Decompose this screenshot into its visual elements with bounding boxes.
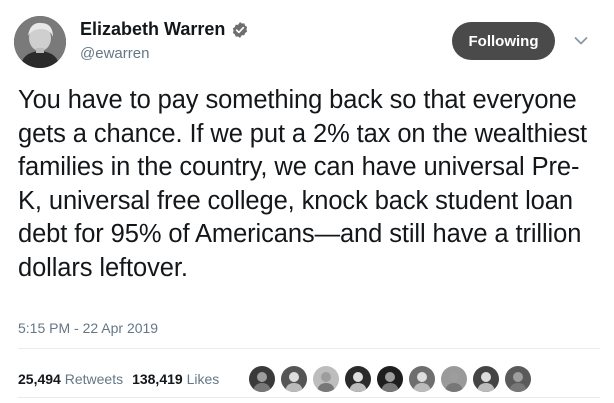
liker-avatar[interactable] [504,365,532,393]
avatar-photo-icon [409,366,435,392]
likes-count: 138,419 [132,371,183,387]
liker-avatar[interactable] [376,365,404,393]
divider [18,348,600,349]
profile-photo-icon [14,16,66,68]
tweet-card: Elizabeth Warren @ewarren Following You … [0,0,614,403]
liker-avatar[interactable] [440,365,468,393]
avatar[interactable] [14,16,66,68]
liker-avatars [248,364,536,394]
likes-stat[interactable]: 138,419 Likes [132,371,219,387]
following-button[interactable]: Following [452,22,555,60]
liker-avatar[interactable] [472,365,500,393]
avatar-photo-icon [441,366,467,392]
avatar-photo-icon [345,366,371,392]
retweets-label: Retweets [64,371,124,387]
liker-avatar[interactable] [248,365,276,393]
avatar-photo-icon [281,366,307,392]
tweet-stats: 25,494 Retweets 138,419 Likes [18,371,219,387]
tweet-timestamp[interactable]: 5:15 PM - 22 Apr 2019 [18,320,158,336]
verified-badge-icon [232,22,248,38]
liker-avatar[interactable] [344,365,372,393]
retweets-count: 25,494 [18,371,61,387]
avatar-photo-icon [473,366,499,392]
chevron-down-icon[interactable] [574,36,588,46]
liker-avatar[interactable] [312,365,340,393]
avatar-photo-icon [377,366,403,392]
author-name[interactable]: Elizabeth Warren [80,19,225,40]
avatar-photo-icon [505,366,531,392]
likes-label: Likes [186,371,220,387]
divider [18,397,600,398]
liker-avatar[interactable] [280,365,308,393]
avatar-photo-icon [313,366,339,392]
retweets-stat[interactable]: 25,494 Retweets [18,371,123,387]
avatar-photo-icon [249,366,275,392]
tweet-text: You have to pay something back so that e… [18,86,587,282]
author-handle[interactable]: @ewarren [80,45,149,62]
liker-avatar[interactable] [408,365,436,393]
